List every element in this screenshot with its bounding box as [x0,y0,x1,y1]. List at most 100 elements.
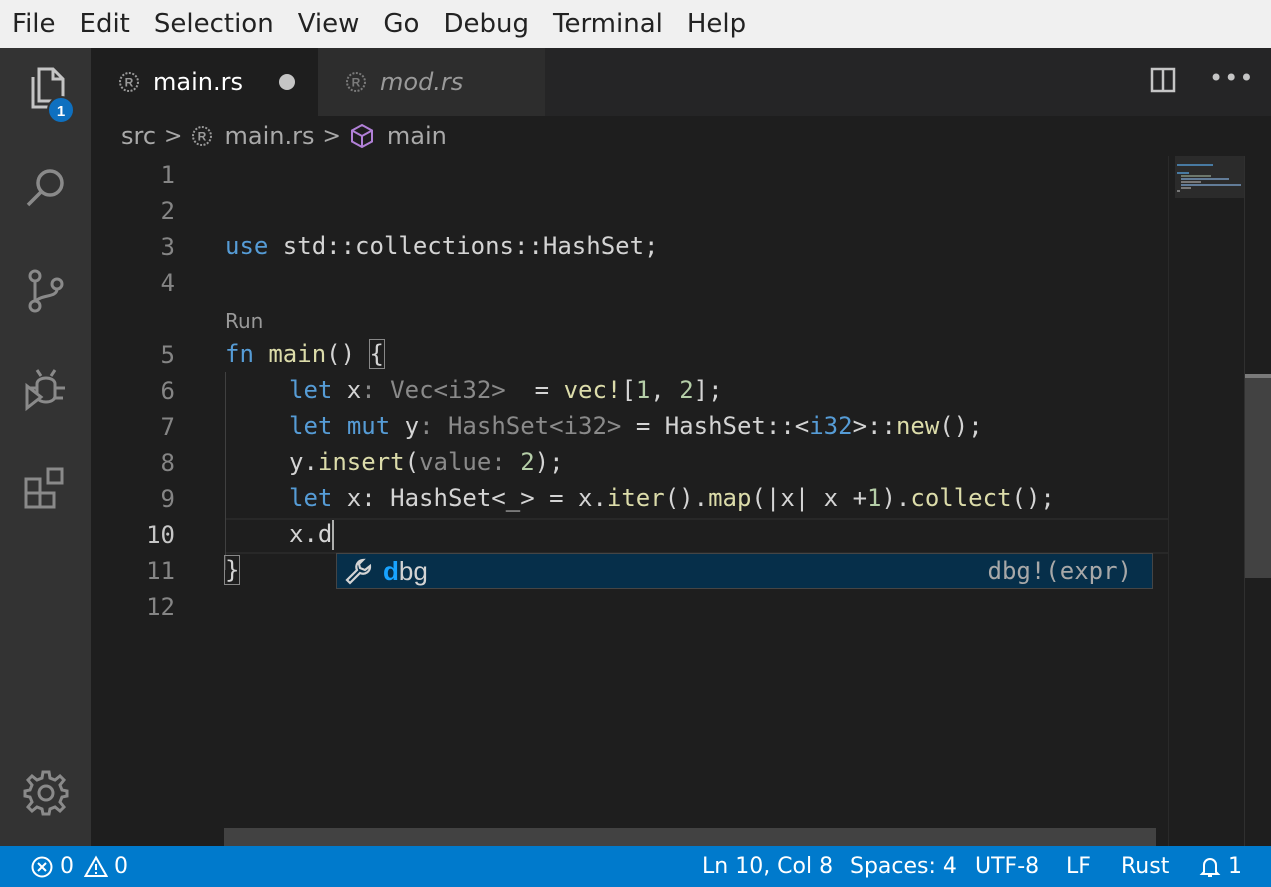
vertical-scroll-thumb[interactable] [1245,378,1271,578]
source-control-icon [28,269,63,313]
menu-debug[interactable]: Debug [431,0,541,48]
tab-main-rs[interactable]: R main.rs [91,48,318,116]
menu-terminal[interactable]: Terminal [541,0,675,48]
number-literal: 2 [679,376,694,404]
notifications-indicator[interactable]: 1 [1198,846,1242,887]
symbol-cube-icon [350,123,373,149]
codelens-run[interactable]: Run [225,306,263,336]
function-name: map [708,484,752,512]
settings-gear-icon [23,770,68,816]
notification-count: 1 [1228,854,1242,879]
code-text: (); [939,412,983,440]
extensions-icon [24,467,63,509]
code-line-10: x.d [289,516,335,552]
rust-file-icon: R [192,126,213,146]
code-text: = [520,376,564,404]
number-literal: 2 [520,448,535,476]
keyword: let [289,376,333,404]
code-editor[interactable]: 1 2 3 4 5 6 7 8 9 10 11 12 use std::coll… [91,156,1168,846]
explorer-badge: 1 [47,96,75,124]
tab-mod-rs[interactable]: R mod.rs [318,48,545,116]
error-count: 0 [60,854,74,879]
settings-button[interactable] [0,753,91,833]
code-line-8: y.insert(value: 2); [289,444,564,480]
code-line-7: let mut y: HashSet<i32> = HashSet::<i32>… [289,408,983,444]
menu-go[interactable]: Go [371,0,431,48]
bell-icon [1199,857,1221,877]
chevron-right-icon: > [322,123,341,149]
warning-count: 0 [114,854,128,879]
current-line-highlight [225,518,1168,554]
macro-name: vec! [563,376,622,404]
code-text: x: HashSet<_> = x. [332,484,607,512]
menu-help[interactable]: Help [675,0,758,48]
split-editor-icon[interactable] [1149,66,1177,94]
function-name: collect [910,484,1012,512]
wrench-icon [345,558,372,585]
keyword: let [289,484,333,512]
inlay-param-hint: value: [419,448,506,476]
number-literal: 1 [867,484,882,512]
debug-icon [25,369,65,412]
code-text: x.d [289,520,333,548]
menu-bar: File Edit Selection View Go Debug Termin… [0,0,1271,48]
function-name: iter [606,484,665,512]
language-mode[interactable]: Rust [1121,846,1169,887]
activity-bar: 1 [0,48,91,846]
code-text: () [326,340,370,368]
cursor-position[interactable]: Ln 10, Col 8 [702,846,833,887]
code-text: >:: [852,412,896,440]
breadcrumb-file[interactable]: main.rs [224,122,314,150]
code-text: ]; [693,376,723,404]
number-literal: 1 [635,376,651,404]
indentation-setting[interactable]: Spaces: 4 [850,846,957,887]
svg-text:R: R [352,76,361,90]
vertical-scrollbar[interactable] [1244,156,1271,846]
menu-view[interactable]: View [286,0,372,48]
code-text: ). [881,484,911,512]
type-name: i32 [809,412,853,440]
debug-button[interactable] [0,349,91,429]
source-control-button[interactable] [0,251,91,331]
unsaved-dot-icon[interactable] [279,74,295,90]
code-text: std::collections::HashSet; [268,232,659,260]
encoding-setting[interactable]: UTF-8 [975,846,1039,887]
search-icon [26,169,64,207]
line-number: 10 [146,521,175,549]
rust-file-icon: R [346,72,366,92]
line-number: 6 [160,377,175,405]
indent-guide [225,372,226,570]
code-line-6: let x: Vec<i32> = vec![1, 2]; [289,372,723,408]
breadcrumb-symbol[interactable]: main [387,122,447,150]
chevron-right-icon: > [164,123,183,149]
code-text: x [332,376,362,404]
eol-setting[interactable]: LF [1066,846,1091,887]
problems-indicator[interactable]: 0 0 [30,846,128,887]
suggestion-item[interactable]: dbg dbg!(expr) [336,553,1153,589]
explorer-button[interactable]: 1 [0,48,91,128]
horizontal-scroll-thumb[interactable] [224,828,1156,846]
suggestion-detail: dbg!(expr) [987,557,1133,585]
search-button[interactable] [0,148,91,228]
line-number: 12 [146,593,175,621]
inlay-type-hint: : Vec<i32> [361,376,521,404]
function-name: new [895,412,940,440]
code-text: (|x| x + [751,484,868,512]
extensions-button[interactable] [0,448,91,528]
more-actions-icon[interactable]: ••• [1209,64,1254,92]
breadcrumb-folder[interactable]: src [121,122,156,150]
function-name: main [268,340,327,368]
warning-icon [84,854,108,877]
menu-selection[interactable]: Selection [142,0,286,48]
code-line-3: use std::collections::HashSet; [225,228,659,264]
keyword: mut [346,412,391,440]
code-text: (). [664,484,709,512]
svg-text:R: R [198,130,207,144]
code-text: y [390,412,420,440]
line-number: 7 [160,413,175,441]
menu-file[interactable]: File [0,0,68,48]
error-icon [31,856,53,877]
tab-label: mod.rs [380,68,464,96]
menu-edit[interactable]: Edit [68,0,142,48]
